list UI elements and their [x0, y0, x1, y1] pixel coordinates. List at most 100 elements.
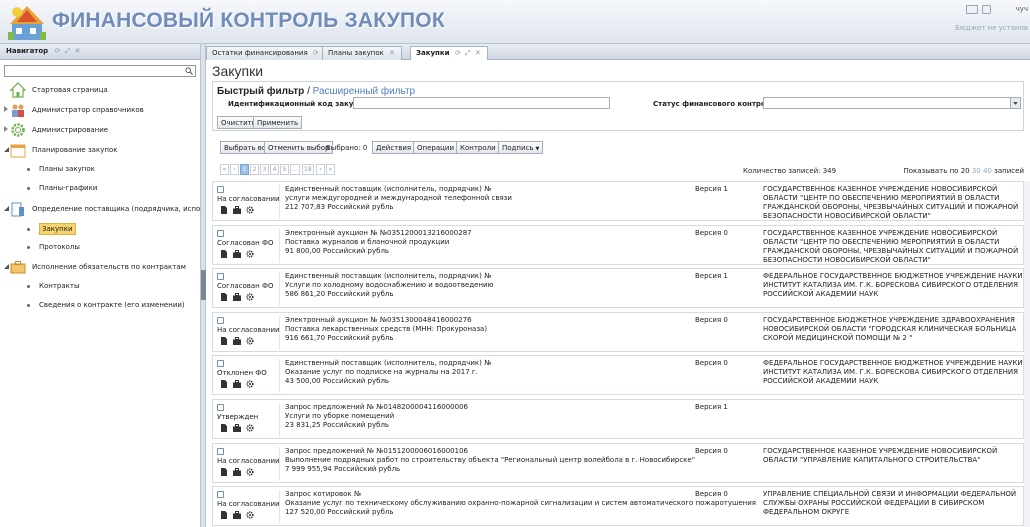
row-checkbox[interactable] [217, 316, 224, 324]
record-procedure[interactable]: Запрос предложений № №014820000411600000… [285, 403, 468, 411]
scrollbar[interactable] [1024, 181, 1030, 527]
collapse-arrow-icon[interactable] [3, 146, 9, 152]
document-icon[interactable] [220, 467, 228, 476]
gear-icon[interactable] [246, 206, 254, 214]
record-procedure[interactable]: Единственный поставщик (исполнитель, под… [285, 185, 491, 193]
gear-icon[interactable] [246, 293, 254, 301]
nav-item-contracts-execution[interactable]: Исполнение обязательств по контрактам [0, 259, 200, 275]
row-checkbox[interactable] [217, 229, 224, 237]
nav-search-input[interactable] [5, 66, 183, 76]
gear-icon[interactable] [246, 380, 254, 388]
pager-last[interactable]: » [326, 164, 335, 175]
per-page-30[interactable]: 30 [972, 167, 981, 175]
per-page-20[interactable]: 20 [961, 167, 970, 175]
gear-icon[interactable] [246, 511, 254, 519]
user-name[interactable]: чуч [1016, 5, 1028, 13]
record-procedure[interactable]: Электронный аукцион № №03513000484160002… [285, 316, 472, 324]
record-row[interactable]: На согласовании Запрос предложений № №015… [212, 442, 1024, 483]
document-icon[interactable] [220, 424, 228, 432]
gear-icon[interactable] [246, 249, 254, 258]
record-row[interactable]: Согласован ФО Единственный поставщик (исп… [212, 268, 1024, 309]
id-code-input[interactable] [353, 97, 610, 109]
briefcase-icon[interactable] [233, 293, 241, 302]
nav-item-directory-admin[interactable]: Администратор справочников [0, 102, 200, 118]
status-select[interactable] [763, 97, 1021, 109]
gear-icon[interactable] [246, 467, 254, 476]
briefcase-icon[interactable] [233, 249, 241, 258]
briefcase-icon[interactable] [233, 511, 241, 520]
nav-sub-contracts[interactable]: Контракты [0, 279, 200, 293]
apply-button[interactable]: Применить [253, 116, 303, 129]
pager-page[interactable]: 1 [240, 164, 249, 175]
collapse-arrow-icon[interactable] [3, 263, 9, 269]
pager-page[interactable]: 5 [280, 164, 289, 175]
deselect-button[interactable]: Отменить выбор [264, 141, 334, 154]
pager-page[interactable]: 2 [250, 164, 259, 175]
nav-item-planning[interactable]: Планирование закупок [0, 142, 200, 158]
briefcase-icon[interactable] [233, 206, 241, 214]
nav-sub-protocols[interactable]: Протоколы [0, 240, 200, 254]
expand-arrow-icon[interactable] [3, 126, 9, 132]
record-row[interactable]: Отклонен ФО Единственный поставщик (испол… [212, 355, 1024, 396]
pager-prev[interactable]: ‹ [230, 164, 239, 175]
document-icon[interactable] [220, 336, 228, 345]
row-checkbox[interactable] [217, 273, 224, 281]
tab-tools-icon[interactable]: ⟳ ⤢ ✕ [455, 49, 482, 57]
pager-first[interactable]: « [220, 164, 229, 175]
nav-sub-schedules[interactable]: Планы-графики [0, 181, 200, 195]
record-row[interactable]: Согласован ФО Электронный аукцион № №0351… [212, 224, 1024, 265]
record-procedure[interactable]: Запрос котировок № [285, 490, 361, 498]
navigator-tab[interactable]: Навигатор ⟳ ⤢ ✕ [0, 44, 200, 60]
row-checkbox[interactable] [217, 491, 224, 499]
per-page-40[interactable]: 40 [983, 167, 992, 175]
pager-page[interactable]: 4 [270, 164, 279, 175]
tab-tools-icon[interactable]: ⟳ ⤢ ✕ [55, 47, 82, 55]
record-procedure[interactable]: Единственный поставщик (исполнитель, под… [285, 359, 491, 367]
pager-page[interactable]: 3 [260, 164, 269, 175]
briefcase-icon[interactable] [233, 380, 241, 389]
tab-purchases[interactable]: Закупки ⟳ ⤢ ✕ [410, 46, 488, 61]
expand-arrow-icon[interactable] [3, 106, 9, 112]
gear-icon[interactable] [246, 424, 254, 432]
record-row[interactable]: Утвержден Запрос предложений № №014820000… [212, 399, 1024, 439]
record-procedure[interactable]: Электронный аукцион № №03512000132160002… [285, 229, 472, 237]
row-checkbox[interactable] [217, 360, 224, 368]
row-checkbox[interactable] [217, 447, 224, 455]
document-icon[interactable] [220, 511, 228, 520]
record-row[interactable]: На согласовании Электронный аукцион № №03… [212, 311, 1024, 352]
document-icon[interactable] [220, 293, 228, 302]
record-procedure[interactable]: Запрос предложений № №015120000601600010… [285, 447, 468, 455]
sign-dropdown[interactable]: Подпись ▼ [498, 141, 544, 154]
nav-sub-purchase-plans[interactable]: Планы закупок [0, 162, 200, 176]
row-checkbox[interactable] [217, 404, 224, 411]
user-icon[interactable] [982, 5, 991, 14]
document-icon[interactable] [220, 249, 228, 258]
record-actions [220, 206, 260, 215]
record-row[interactable]: На согласовании Единственный поставщик (и… [212, 181, 1024, 221]
briefcase-icon[interactable] [233, 467, 241, 476]
document-icon[interactable] [220, 206, 228, 214]
document-icon[interactable] [220, 380, 228, 389]
nav-item-supplier[interactable]: Определение поставщика (подрядчика, испо… [0, 201, 234, 217]
mail-icon[interactable] [966, 5, 978, 14]
record-amount: 91 800,00 Российский рубль [285, 246, 390, 255]
record-actions [220, 380, 260, 389]
briefcase-icon[interactable] [233, 424, 241, 432]
nav-item-administration[interactable]: Администрирование [0, 122, 200, 138]
search-icon[interactable] [185, 67, 193, 75]
briefcase-icon[interactable] [233, 336, 241, 345]
advanced-filter-link[interactable]: Расширенный фильтр [313, 86, 415, 97]
nav-sub-purchases[interactable]: Закупки [0, 222, 200, 236]
chevron-down-icon[interactable] [1010, 98, 1020, 108]
pager-page[interactable]: 18 [302, 164, 314, 175]
close-icon[interactable]: ✕ [389, 49, 396, 57]
nav-item-start-page[interactable]: Стартовая страница [0, 82, 200, 98]
pager-next[interactable]: › [316, 164, 325, 175]
gear-icon[interactable] [246, 337, 254, 345]
tab-purchase-plans[interactable]: Планы закупок ✕ [322, 46, 402, 60]
row-checkbox[interactable] [217, 186, 224, 193]
nav-sub-contract-info[interactable]: Сведения о контракте (его изменении) [0, 298, 200, 312]
record-procedure[interactable]: Единственный поставщик (исполнитель, под… [285, 272, 491, 280]
collapse-arrow-icon[interactable] [3, 205, 9, 211]
record-row[interactable]: На согласовании Запрос котировок № Оказани… [212, 486, 1024, 527]
